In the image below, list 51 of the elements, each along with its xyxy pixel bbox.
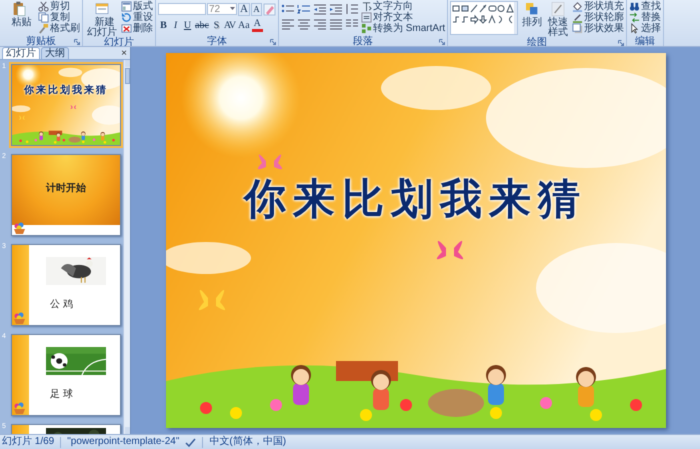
ribbon-button[interactable]: 版式 <box>121 1 153 12</box>
format-button[interactable]: B <box>158 20 169 30</box>
panel-tab[interactable]: 大纲 <box>41 47 69 59</box>
panel-tab[interactable]: 幻灯片 <box>2 47 40 59</box>
ribbon-button[interactable]: 选择 <box>629 23 662 34</box>
ribbon-button[interactable]: 格式刷 <box>38 23 80 34</box>
slide-thumbnail[interactable]: 足 球 <box>11 334 121 416</box>
theme-name: "powerpoint-template-24" <box>67 436 180 448</box>
slide-thumbnail[interactable]: 计时开始 <box>11 154 121 236</box>
group-label: 绘图 <box>527 38 548 46</box>
slide-caption: 足 球 <box>50 388 73 401</box>
ribbon-button[interactable]: 形状效果 <box>572 23 624 34</box>
shrink-font-button[interactable]: A <box>250 2 262 16</box>
group-label: 段落 <box>353 37 374 46</box>
ribbon-button[interactable]: 删除 <box>121 23 153 34</box>
format-button[interactable]: I <box>170 20 181 30</box>
ribbon-button[interactable]: 新建幻灯片 <box>85 1 119 38</box>
ribbon-button[interactable]: 形状填充 <box>572 1 624 12</box>
ribbon-button[interactable]: 查找 <box>629 1 662 12</box>
font-size-field[interactable]: 72 <box>207 3 237 15</box>
ribbon-button[interactable]: 快速样式 <box>546 1 570 38</box>
close-button[interactable]: × <box>118 49 130 59</box>
slide-count: 幻灯片 1/69 <box>2 436 54 448</box>
ribbon-button[interactable]: 转换为 SmartArt <box>360 23 446 34</box>
ribbon-button[interactable]: 形状轮廓 <box>572 12 624 23</box>
slide-thumbnail[interactable]: 你来比划我来猜 <box>11 64 121 146</box>
group-label: 幻灯片 <box>104 38 134 46</box>
slide-caption: 公 鸡 <box>50 298 73 311</box>
ribbon-button[interactable]: 粘贴 <box>2 1 36 28</box>
group-label: 剪贴板 <box>26 37 56 46</box>
format-button[interactable]: S <box>210 20 222 30</box>
group-label: 编辑 <box>635 37 656 46</box>
slide-title: 你来比划我来猜 <box>22 84 109 97</box>
ribbon-button[interactable]: 对齐文本 <box>360 12 446 23</box>
slide-title: 你来比划我来猜 <box>242 173 588 225</box>
format-button[interactable]: A <box>252 18 263 32</box>
format-button[interactable]: AV <box>222 20 236 30</box>
ribbon-button[interactable]: 排列 <box>520 1 544 28</box>
slide-thumbnail[interactable]: 公 鸡 <box>11 244 121 326</box>
format-button[interactable]: U <box>182 20 193 30</box>
ribbon-button[interactable]: 剪切 <box>38 1 80 12</box>
format-button[interactable]: abc <box>194 20 210 30</box>
language: 中文(简体，中国) <box>209 436 286 448</box>
ribbon-button[interactable]: 重设 <box>121 12 153 23</box>
ribbon-button[interactable]: 替换 <box>629 12 662 23</box>
ribbon-button[interactable]: 复制 <box>38 12 80 23</box>
grow-font-button[interactable]: A <box>238 2 250 16</box>
slide-title: 计时开始 <box>44 182 87 195</box>
format-button[interactable]: Aa <box>237 20 251 30</box>
ribbon-button[interactable]: 文字方向 <box>360 1 446 12</box>
group-label: 字体 <box>206 37 227 46</box>
